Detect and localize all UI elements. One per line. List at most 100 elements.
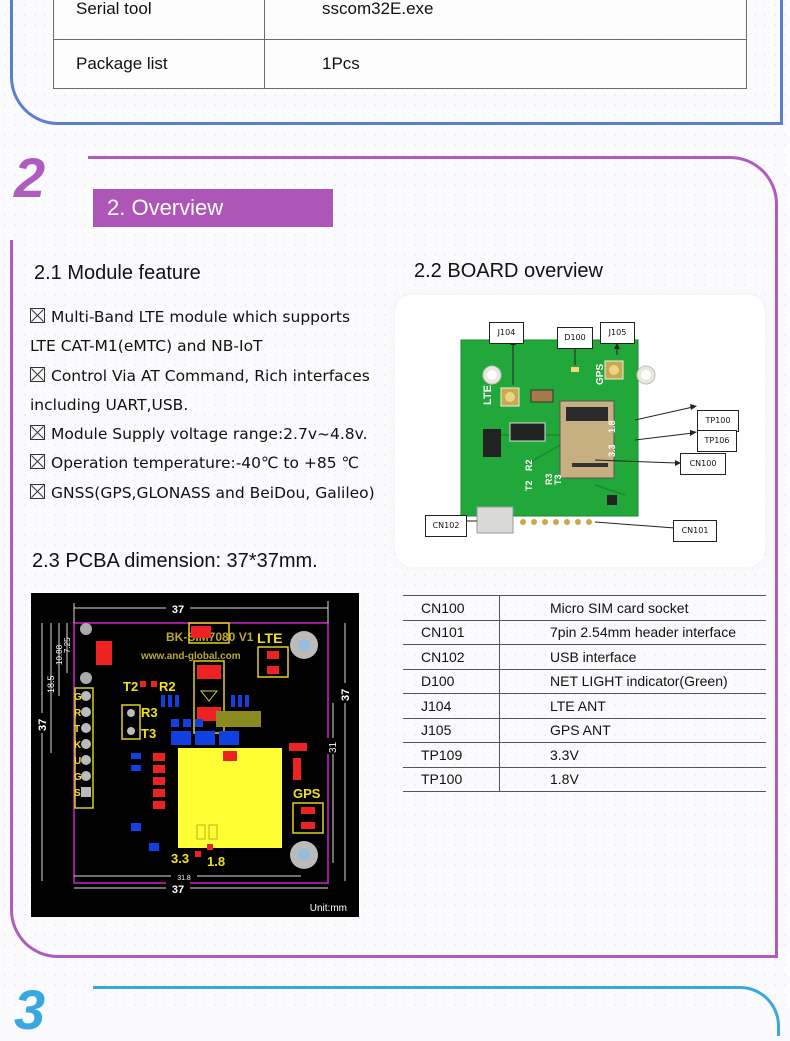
component-desc: LTE ANT — [499, 693, 766, 719]
feature-item: Module Supply voltage range:2.7v~4.8v. — [30, 420, 380, 449]
pcba-1v8: 1.8 — [207, 854, 225, 869]
feature-item: Operation temperature:-40℃ to +85 ℃ — [30, 449, 380, 478]
svg-text:G: G — [74, 772, 82, 783]
pcba-gps: GPS — [293, 786, 321, 801]
checkbox-x-icon — [30, 425, 45, 441]
dim-right: 37 — [340, 689, 352, 701]
component-desc: USB interface — [499, 644, 766, 670]
section-title: 2. Overview — [93, 189, 333, 227]
component-desc: 7pin 2.54mm header interface — [499, 619, 766, 645]
component-ref: CN101 — [403, 619, 500, 645]
module-footprint — [178, 748, 282, 848]
pcba-heading: 2.3 PCBA dimension: 37*37mm. — [32, 550, 318, 572]
table-row: CN100 Micro SIM card socket — [403, 595, 766, 621]
component-ref: CN100 — [403, 595, 500, 621]
checkbox-x-icon — [30, 454, 45, 470]
board-url: www.and-global.com — [140, 651, 241, 662]
table-row: CN101 7pin 2.54mm header interface — [403, 619, 766, 645]
table-row: TP100 1.8V — [403, 766, 766, 792]
silk-r2: R2 — [524, 459, 534, 471]
feature-text: GNSS(GPS,GLONASS and BeiDou, Galileo) — [51, 483, 375, 502]
callout-tp100: TP100 — [697, 410, 739, 432]
feature-text: LTE CAT-M1(eMTC) and NB-IoT — [30, 337, 263, 356]
feature-item: LTE CAT-M1(eMTC) and NB-IoT — [30, 332, 380, 361]
pcba-3v3: 3.3 — [171, 851, 189, 866]
component-ref: TP109 — [403, 742, 500, 768]
svg-text:R: R — [74, 708, 82, 719]
callout-j104: J104 — [489, 322, 524, 344]
pcba-r3: R3 — [141, 705, 158, 720]
dim-inner-right: 31 — [328, 741, 339, 753]
table-row: J105 GPS ANT — [403, 717, 766, 743]
dim-top: 37 — [172, 604, 184, 616]
silk-1v8: 1.8 — [607, 420, 617, 433]
callout-j105: J105 — [600, 322, 635, 344]
feature-text: Module Supply voltage range:2.7v~4.8v. — [51, 425, 368, 444]
callout-cn100: CN100 — [680, 453, 726, 475]
table-row: TP109 3.3V — [403, 742, 766, 768]
silk-gps: GPS — [595, 364, 606, 385]
pin-labels: G R T K U G S — [74, 692, 82, 799]
feature-text: Operation temperature:-40℃ to +85 ℃ — [51, 454, 359, 473]
component-desc: NET LIGHT indicator(Green) — [499, 668, 766, 694]
svg-text:K: K — [74, 740, 82, 751]
silk-3v3: 3.3 — [607, 444, 617, 457]
dim-7-25: 7.25 — [63, 637, 72, 653]
dim-bottom: 37 — [172, 884, 184, 896]
spec-table: Serial tool sscom32E.exe Package list 1P… — [53, 0, 747, 89]
dim-left: 37 — [37, 719, 49, 731]
feature-text: Control Via AT Command, Rich interfaces — [51, 366, 370, 385]
feature-text: Multi-Band LTE module which supports — [51, 308, 351, 326]
table-row: J104 LTE ANT — [403, 693, 766, 719]
feature-text: including UART,USB. — [30, 395, 189, 414]
pcba-lte: LTE — [257, 630, 282, 646]
component-ref: D100 — [403, 668, 500, 694]
spec-label: Package list — [53, 39, 265, 89]
component-ref: CN102 — [403, 644, 500, 670]
svg-text:T: T — [74, 724, 80, 735]
spec-label: Serial tool — [53, 0, 265, 40]
header-pins — [520, 519, 592, 525]
checkbox-x-icon — [30, 366, 45, 382]
usb-connector — [476, 506, 514, 534]
pcba-t2: T2 — [123, 679, 138, 694]
feature-item: GNSS(GPS,GLONASS and BeiDou, Galileo) — [30, 479, 380, 508]
svg-text:S: S — [74, 788, 81, 799]
board-overview-heading: 2.2 BOARD overview — [414, 260, 603, 282]
svg-text:U: U — [74, 756, 81, 767]
led-d100 — [571, 367, 579, 372]
section-number-3: 3 — [14, 978, 46, 1041]
component-desc: Micro SIM card socket — [499, 595, 766, 621]
dim-inner-bottom: 31.8 — [177, 875, 191, 882]
section-number: 2 — [14, 146, 46, 209]
table-row: CN102 USB interface — [403, 644, 766, 670]
table-row: Serial tool sscom32E.exe — [53, 0, 747, 40]
component-desc: 1.8V — [499, 766, 766, 792]
table-row: D100 NET LIGHT indicator(Green) — [403, 668, 766, 694]
component-ref: J105 — [403, 717, 500, 743]
spec-value: sscom32E.exe — [264, 0, 747, 40]
feature-list: Multi-Band LTE module which supports LTE… — [30, 303, 380, 508]
callout-tp106: TP106 — [697, 430, 737, 452]
component-ref: J104 — [403, 693, 500, 719]
header-pads — [81, 691, 91, 797]
section2-frame-top — [88, 156, 728, 159]
pcba-drawing: 37 37 31.8 37 37 31 18.5 10.88 7.25 G R … — [31, 593, 359, 917]
feature-item: Control Via AT Command, Rich interfaces — [30, 362, 380, 391]
board-photo: LTE GPS 3.3 1.8 T2 R2 R3 T3 J104 D100 J1… — [395, 295, 765, 567]
feature-item: including UART,USB. — [30, 391, 380, 420]
silk-t2: T2 — [524, 480, 534, 491]
silk-t3: T3 — [553, 474, 563, 485]
component-table: CN100 Micro SIM card socket CN101 7pin 2.54… — [403, 595, 766, 792]
pcba-t3: T3 — [141, 726, 156, 741]
checkbox-x-icon — [30, 308, 45, 323]
component-desc: GPS ANT — [499, 717, 766, 743]
callout-cn101: CN101 — [673, 520, 717, 542]
component-desc: 3.3V — [499, 742, 766, 768]
checkbox-x-icon — [30, 483, 45, 499]
section3-frame-top — [93, 986, 733, 989]
callout-cn102: CN102 — [425, 515, 467, 537]
module-feature-heading: 2.1 Module feature — [34, 262, 201, 284]
spec-value: 1Pcs — [264, 39, 747, 89]
table-row: Package list 1Pcs — [53, 39, 747, 89]
